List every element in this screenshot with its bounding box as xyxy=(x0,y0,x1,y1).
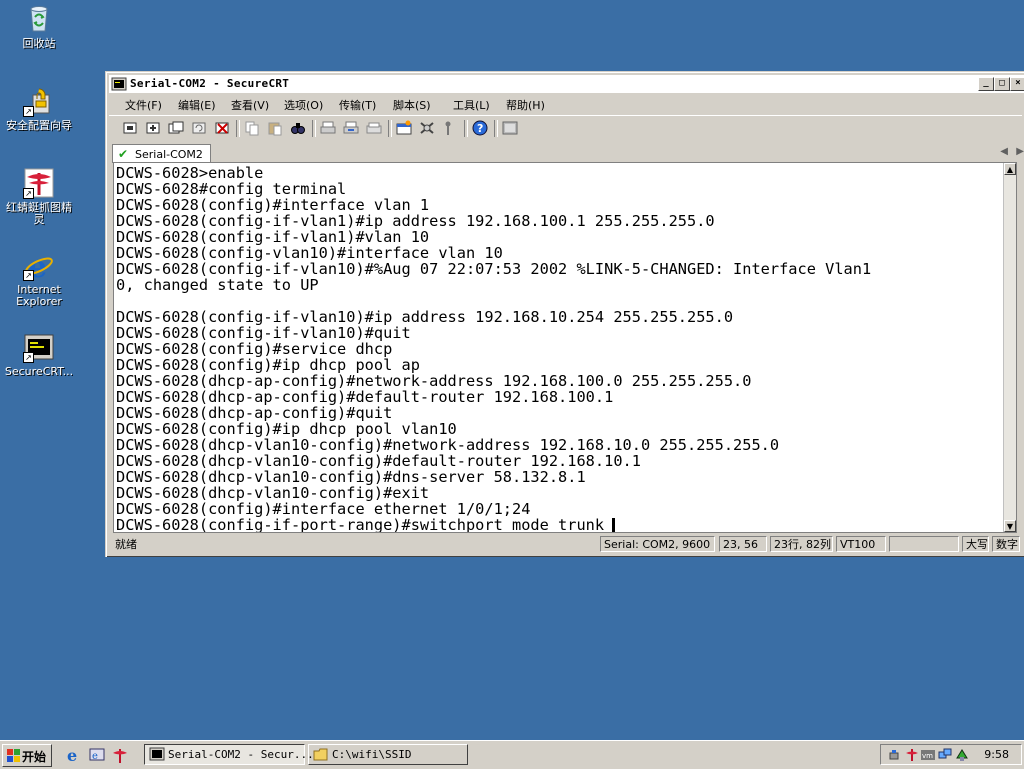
securecrt-icon: ↗ xyxy=(23,331,55,363)
terminal-cursor xyxy=(612,518,616,532)
task-label: Serial-COM2 - Secur... xyxy=(168,748,314,761)
help-icon[interactable]: ? xyxy=(471,120,489,136)
desktop-icon-internet-explorer[interactable]: e ↗ Internet Explorer xyxy=(1,249,77,308)
securecrt-app-icon xyxy=(111,76,127,92)
recycle-bin-icon xyxy=(23,3,55,35)
status-rows-cols: 23行, 82列 xyxy=(770,536,833,552)
print-selection-icon[interactable] xyxy=(342,120,360,136)
dragonfly-icon: ↗ xyxy=(23,167,55,199)
start-button[interactable]: 开始 xyxy=(2,744,52,767)
desktop-icon-label: 安全配置向导 xyxy=(6,119,72,132)
status-connection: Serial: COM2, 9600 xyxy=(600,536,715,552)
status-bar: 就绪 Serial: COM2, 9600 23, 56 23行, 82列 VT… xyxy=(109,535,1022,554)
tray-dragonfly-icon[interactable] xyxy=(905,748,919,762)
scroll-down-icon[interactable]: ▼ xyxy=(1004,520,1016,532)
quick-connect-icon[interactable] xyxy=(144,120,162,136)
find-icon[interactable] xyxy=(289,120,307,136)
menu-view[interactable]: 查看(V) xyxy=(231,97,269,113)
connected-check-icon: ✔ xyxy=(118,147,129,161)
status-caps: 大写 xyxy=(962,536,989,552)
menu-transfer[interactable]: 传输(T) xyxy=(339,97,376,113)
desktop-icon-label: Internet Explorer xyxy=(16,283,62,308)
terminal-line: 0, changed state to UP xyxy=(116,276,319,294)
keymap-icon[interactable] xyxy=(441,120,459,136)
maximize-button[interactable]: □ xyxy=(994,77,1010,91)
desktop-icon-recycle-bin[interactable]: 回收站 xyxy=(1,3,77,50)
folder-icon xyxy=(313,747,329,762)
printer-icon[interactable] xyxy=(365,120,383,136)
tab-scroll-left-icon[interactable]: ◀ xyxy=(1000,146,1008,157)
taskbar: 开始 e e Serial-COM2 - Secur... C:\wifi\SS… xyxy=(0,740,1024,769)
terminal-area[interactable]: DCWS-6028>enable DCWS-6028#config termin… xyxy=(113,162,1017,533)
task-folder[interactable]: C:\wifi\SSID xyxy=(308,744,468,765)
status-num: 数字 xyxy=(992,536,1020,552)
tray-vmware-icon[interactable]: vm xyxy=(921,748,935,762)
paste-icon[interactable] xyxy=(266,120,284,136)
menu-file[interactable]: 文件(F) xyxy=(125,97,162,113)
shortcut-arrow-icon: ↗ xyxy=(23,188,34,199)
toolbar: ? xyxy=(109,115,1022,140)
securecrt-task-icon xyxy=(149,747,165,762)
tab-serial-com2[interactable]: ✔ Serial-COM2 xyxy=(112,144,211,163)
desktop-icon-hongqingting[interactable]: ↗ 红蜻蜓抓图精灵 xyxy=(1,167,77,226)
tab-scroll-right-icon[interactable]: ▶ xyxy=(1016,146,1024,157)
terminal-scrollbar[interactable]: ▲ ▼ xyxy=(1003,163,1016,532)
menu-bar: 文件(F) 编辑(E) 查看(V) 选项(O) 传输(T) 脚本(S) 工具(L… xyxy=(109,94,1022,113)
svg-text:e: e xyxy=(92,751,98,762)
tray-clock: 9:58 xyxy=(984,748,1009,761)
svg-text:?: ? xyxy=(477,122,483,135)
shortcut-arrow-icon: ↗ xyxy=(23,270,34,281)
menu-help[interactable]: 帮助(H) xyxy=(506,97,545,113)
tray-network-icon[interactable] xyxy=(938,748,952,762)
connect-icon[interactable] xyxy=(121,120,139,136)
disconnect-icon[interactable] xyxy=(213,120,231,136)
desktop-icon-security-wizard[interactable]: ↗ 安全配置向导 xyxy=(1,85,77,132)
reconnect-icon[interactable] xyxy=(190,120,208,136)
menu-options[interactable]: 选项(O) xyxy=(284,97,323,113)
task-securecrt[interactable]: Serial-COM2 - Secur... xyxy=(144,744,314,765)
shortcut-arrow-icon: ↗ xyxy=(23,352,34,363)
windows-logo-icon xyxy=(7,749,20,762)
session-options-icon[interactable] xyxy=(395,120,413,136)
system-tray: vm 9:58 xyxy=(880,744,1022,765)
internet-explorer-icon: e ↗ xyxy=(23,249,55,285)
start-label: 开始 xyxy=(22,750,47,764)
window-title: Serial-COM2 - SecureCRT xyxy=(130,77,290,90)
sftp-icon[interactable] xyxy=(501,120,519,136)
status-ready: 就绪 xyxy=(115,538,137,551)
tab-bar: ✔ Serial-COM2 ◀ ▶ xyxy=(109,142,1024,163)
status-emulation: VT100 xyxy=(836,536,886,552)
window-titlebar[interactable]: Serial-COM2 - SecureCRT _ □ × xyxy=(109,75,1024,93)
quicklaunch-dragonfly-icon[interactable] xyxy=(111,746,129,764)
desktop-icon-securecrt[interactable]: ↗ SecureCRT... xyxy=(1,331,77,378)
print-icon[interactable] xyxy=(319,120,337,136)
connect-tab-icon[interactable] xyxy=(167,120,185,136)
global-options-icon[interactable] xyxy=(418,120,436,136)
status-cursor-position: 23, 56 xyxy=(719,536,767,552)
scroll-up-icon[interactable]: ▲ xyxy=(1004,163,1016,175)
menu-tools[interactable]: 工具(L) xyxy=(453,97,490,113)
status-empty xyxy=(889,536,959,552)
desktop-icon-label: SecureCRT... xyxy=(4,365,74,378)
task-label: C:\wifi\SSID xyxy=(332,748,412,761)
tray-app-icon[interactable] xyxy=(955,748,969,762)
terminal-output: DCWS-6028>enable DCWS-6028#config termin… xyxy=(116,165,871,533)
tab-label: Serial-COM2 xyxy=(135,148,203,161)
security-wizard-icon: ↗ xyxy=(23,85,55,117)
desktop-icon-label: 回收站 xyxy=(22,37,56,50)
copy-icon[interactable] xyxy=(243,120,261,136)
menu-script[interactable]: 脚本(S) xyxy=(393,97,431,113)
quicklaunch-ie-icon[interactable]: e xyxy=(65,746,83,765)
svg-text:vm: vm xyxy=(922,752,933,760)
tray-usb-icon[interactable] xyxy=(887,748,901,762)
menu-edit[interactable]: 编辑(E) xyxy=(178,97,216,113)
close-button[interactable]: × xyxy=(1010,77,1024,91)
svg-text:e: e xyxy=(67,746,77,764)
desktop-icon-label: 红蜻蜓抓图精灵 xyxy=(6,201,72,226)
terminal-line: DCWS-6028(config-if-port-range)#switchpo… xyxy=(116,516,605,533)
securecrt-window: Serial-COM2 - SecureCRT _ □ × 文件(F) 编辑(E… xyxy=(105,71,1024,557)
minimize-button[interactable]: _ xyxy=(978,77,994,91)
shortcut-arrow-icon: ↗ xyxy=(23,106,34,117)
quicklaunch-show-desktop-icon[interactable]: e xyxy=(88,746,106,764)
